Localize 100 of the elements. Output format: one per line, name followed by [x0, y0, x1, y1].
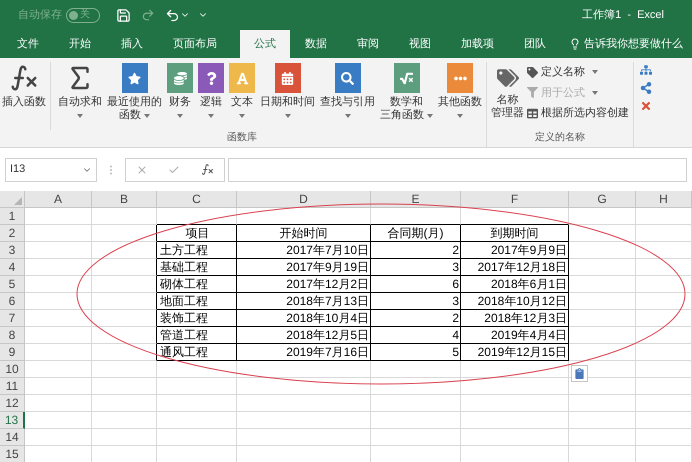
- column-header[interactable]: G: [569, 191, 636, 208]
- ribbon-tab[interactable]: 开始: [58, 30, 102, 58]
- function-button[interactable]: 财务: [165, 62, 195, 130]
- name-manager-button[interactable]: 名称 管理器: [491, 62, 524, 130]
- remove-arrows-icon[interactable]: [640, 100, 652, 112]
- function-button[interactable]: 自动求和: [56, 62, 104, 130]
- ribbon-tab[interactable]: 文件: [6, 30, 50, 58]
- column-header[interactable]: D: [237, 191, 371, 208]
- ribbon-tab[interactable]: 页面布局: [162, 30, 228, 58]
- table-cell[interactable]: 2019年4月4日: [461, 327, 569, 344]
- confirm-icon[interactable]: [168, 164, 180, 176]
- table-cell[interactable]: 通风工程: [157, 344, 237, 361]
- row-header[interactable]: 11: [0, 378, 25, 395]
- table-cell[interactable]: 2: [371, 242, 461, 259]
- column-header[interactable]: A: [25, 191, 92, 208]
- table-cell[interactable]: 2018年12月3日: [461, 310, 569, 327]
- grid-cell[interactable]: [92, 293, 157, 310]
- table-cell[interactable]: 基础工程: [157, 259, 237, 276]
- name-command[interactable]: 根据所选内容创建: [527, 105, 629, 122]
- row-header[interactable]: 5: [0, 276, 25, 293]
- letter-book-icon: [229, 63, 255, 93]
- ribbon-tab[interactable]: 加载项: [450, 30, 505, 58]
- table-cell[interactable]: 2018年10月12日: [461, 293, 569, 310]
- function-button[interactable]: 其他函数: [436, 62, 484, 130]
- table-cell[interactable]: 2018年10月4日: [237, 310, 371, 327]
- tell-me-field[interactable]: 告诉我你想要做什么: [569, 30, 683, 58]
- table-cell[interactable]: 2017年12月18日: [461, 259, 569, 276]
- row-header[interactable]: 2: [0, 225, 25, 242]
- row-header[interactable]: 6: [0, 293, 25, 310]
- column-header[interactable]: F: [461, 191, 569, 208]
- save-icon[interactable]: [116, 8, 131, 22]
- row-header[interactable]: 13: [0, 412, 25, 429]
- row-header[interactable]: 8: [0, 327, 25, 344]
- function-button[interactable]: 数学和 三角函数: [378, 62, 435, 130]
- row-header[interactable]: 7: [0, 310, 25, 327]
- table-cell[interactable]: 2017年12月2日: [237, 276, 371, 293]
- row-header[interactable]: 9: [0, 344, 25, 361]
- column-header[interactable]: C: [157, 191, 237, 208]
- cancel-icon[interactable]: [136, 164, 148, 176]
- table-cell[interactable]: 2017年9月9日: [461, 242, 569, 259]
- name-command[interactable]: 定义名称: [527, 64, 629, 80]
- grid-cell[interactable]: [92, 310, 157, 327]
- row-header[interactable]: 12: [0, 395, 25, 412]
- table-cell[interactable]: 3: [371, 259, 461, 276]
- function-button[interactable]: 最近使用的 函数: [105, 62, 164, 130]
- table-cell[interactable]: 2018年7月13日: [237, 293, 371, 310]
- table-cell[interactable]: 开始时间: [237, 225, 371, 242]
- table-cell[interactable]: 地面工程: [157, 293, 237, 310]
- table-cell[interactable]: 4: [371, 327, 461, 344]
- redo-icon[interactable]: [141, 8, 155, 22]
- table-cell[interactable]: 2019年12月15日: [461, 344, 569, 361]
- column-header[interactable]: H: [636, 191, 692, 208]
- ribbon-tab[interactable]: 团队: [513, 30, 557, 58]
- column-header[interactable]: B: [92, 191, 157, 208]
- select-all-icon[interactable]: [14, 197, 22, 205]
- table-cell[interactable]: 3: [371, 293, 461, 310]
- table-cell[interactable]: 2018年6月1日: [461, 276, 569, 293]
- grid-cell[interactable]: [92, 344, 157, 361]
- table-cell[interactable]: 管道工程: [157, 327, 237, 344]
- paste-options-menu[interactable]: [571, 365, 588, 382]
- ribbon-tab[interactable]: 数据: [294, 30, 338, 58]
- table-cell[interactable]: 项目: [157, 225, 237, 242]
- row-header[interactable]: 15: [0, 446, 25, 462]
- undo-icon[interactable]: [165, 8, 180, 22]
- table-cell[interactable]: 装饰工程: [157, 310, 237, 327]
- table-cell[interactable]: 2018年12月5日: [237, 327, 371, 344]
- grid-cell[interactable]: [92, 259, 157, 276]
- grid-cell[interactable]: [92, 225, 157, 242]
- grid-cell[interactable]: [92, 276, 157, 293]
- ribbon-tab[interactable]: 审阅: [346, 30, 390, 58]
- table-cell[interactable]: 到期时间: [461, 225, 569, 242]
- ribbon-tab[interactable]: 公式: [240, 30, 290, 58]
- row-header[interactable]: 10: [0, 361, 25, 378]
- table-cell[interactable]: 砌体工程: [157, 276, 237, 293]
- table-cell[interactable]: 土方工程: [157, 242, 237, 259]
- formula-input[interactable]: [228, 158, 687, 182]
- function-button[interactable]: 逻辑: [196, 62, 226, 130]
- table-cell[interactable]: 2017年7月10日: [237, 242, 371, 259]
- table-cell[interactable]: 合同期(月): [371, 225, 461, 242]
- function-icon[interactable]: [200, 163, 214, 176]
- function-button[interactable]: 插入函数: [0, 62, 51, 130]
- column-header[interactable]: E: [371, 191, 461, 208]
- grid-cell[interactable]: [92, 327, 157, 344]
- function-button[interactable]: 日期和时间: [258, 62, 317, 130]
- row-header[interactable]: 3: [0, 242, 25, 259]
- group-label: 函数库: [226, 130, 258, 145]
- ribbon-tab[interactable]: 视图: [398, 30, 442, 58]
- name-box[interactable]: I13: [5, 158, 97, 182]
- table-cell[interactable]: 2017年9月19日: [237, 259, 371, 276]
- ribbon-tab[interactable]: 插入: [110, 30, 154, 58]
- row-header[interactable]: 4: [0, 259, 25, 276]
- table-cell[interactable]: 2019年7月16日: [237, 344, 371, 361]
- row-header[interactable]: 14: [0, 429, 25, 446]
- grid-cell[interactable]: [92, 242, 157, 259]
- row-header[interactable]: 1: [0, 208, 25, 225]
- function-button[interactable]: 文本: [227, 62, 257, 130]
- table-cell[interactable]: 6: [371, 276, 461, 293]
- table-cell[interactable]: 5: [371, 344, 461, 361]
- table-cell[interactable]: 2: [371, 310, 461, 327]
- function-button[interactable]: 查找与引用: [318, 62, 377, 130]
